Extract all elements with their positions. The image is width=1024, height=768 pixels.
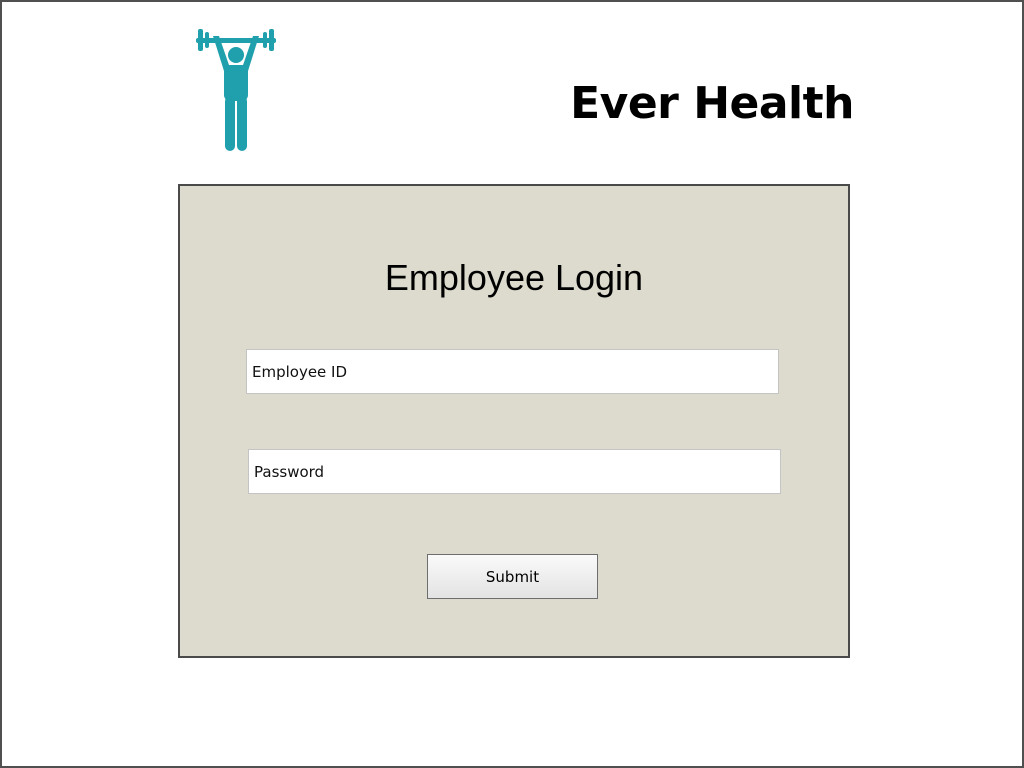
- employee-id-input[interactable]: [246, 349, 779, 394]
- app-window: Ever Health Employee Login Submit: [0, 0, 1024, 768]
- login-heading: Employee Login: [384, 257, 644, 298]
- submit-button[interactable]: Submit: [427, 554, 598, 599]
- password-input[interactable]: [248, 449, 781, 494]
- login-panel: Employee Login Submit: [178, 184, 850, 658]
- weightlifter-icon: [196, 29, 276, 151]
- brand-title: Ever Health: [570, 78, 854, 129]
